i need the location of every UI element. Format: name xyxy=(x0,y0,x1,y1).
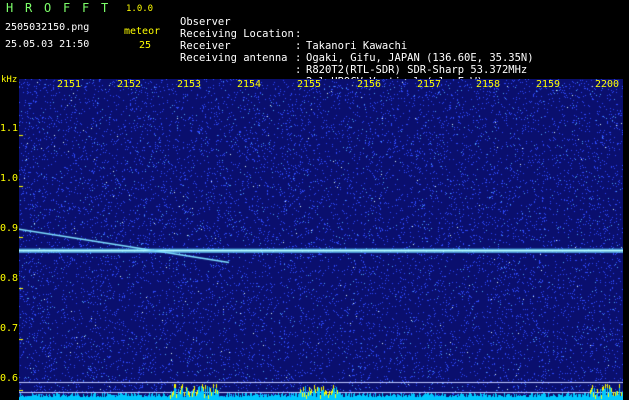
app-title-letter: R xyxy=(25,1,33,15)
x-tick-label: 2156 xyxy=(357,79,382,90)
x-tick-label: 2157 xyxy=(417,79,442,90)
y-tick-label: 0.8 xyxy=(0,273,19,284)
x-axis-ticks: 2151 2152 2153 2154 2155 2156 2157 2158 … xyxy=(0,79,629,93)
info-colon: : xyxy=(295,64,302,76)
meteor-count: 25 xyxy=(139,40,152,51)
y-tick-label: 0.6 xyxy=(0,373,19,384)
meteor-label: meteor xyxy=(124,26,161,37)
x-tick-label: 2152 xyxy=(117,79,142,90)
info-row-antenna: Receiving antenna : 2el-HB9CV Vertical (… xyxy=(180,40,483,88)
x-tick-label: 2158 xyxy=(476,79,501,90)
app-version: 1.0.0 xyxy=(126,4,154,14)
x-tick-label: 2151 xyxy=(57,79,82,90)
info-colon: : xyxy=(295,40,302,52)
info-value: Ogaki, Gifu, JAPAN (136.60E, 35.35N) xyxy=(306,52,534,64)
x-tick-label: 2159 xyxy=(536,79,561,90)
info-label: Receiving antenna xyxy=(180,52,288,64)
info-colon: : xyxy=(295,52,302,64)
info-value: R820T2(RTL-SDR) SDR-Sharp 53.372MHz xyxy=(306,64,528,76)
app-title-letter: H xyxy=(6,1,14,15)
info-value: Takanori Kawachi xyxy=(306,40,408,52)
app-title-letter: F xyxy=(63,1,71,15)
app-title-letter: O xyxy=(44,1,52,15)
y-tick-label: 1.0 xyxy=(0,173,19,184)
info-row-observer: Observer : Takanori Kawachi xyxy=(180,4,407,52)
x-tick-label: 2200 xyxy=(595,79,620,90)
info-row-receiver: Receiver : R820T2(RTL-SDR) SDR-Sharp 53.… xyxy=(180,28,527,76)
station-info: Observer : Takanori Kawachi Receiving Lo… xyxy=(180,4,625,88)
app-title-letter: F xyxy=(82,1,90,15)
x-tick-label: 2155 xyxy=(297,79,322,90)
y-tick-label: 1.1 xyxy=(0,123,19,134)
x-tick-label: 2153 xyxy=(177,79,202,90)
y-tick-label: 0.9 xyxy=(0,223,19,234)
x-tick-label: 2154 xyxy=(237,79,262,90)
info-row-location: Receiving Location : Ogaki, Gifu, JAPAN … xyxy=(180,16,534,64)
y-tick-label: 0.7 xyxy=(0,323,19,334)
app-title-letter: T xyxy=(101,1,109,15)
hrofft-window: H R O F F T 1.0.0 2505032150.png 25.05.0… xyxy=(0,0,629,400)
file-name: 2505032150.png xyxy=(5,22,90,33)
info-colon: : xyxy=(295,28,302,40)
file-timestamp: 25.05.03 21:50 xyxy=(5,39,90,50)
spectrogram-plot xyxy=(19,79,623,400)
